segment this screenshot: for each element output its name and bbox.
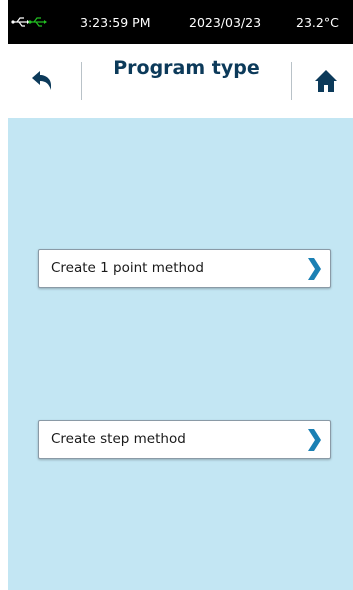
header-divider-right (291, 62, 292, 100)
chevron-right-icon (308, 258, 321, 280)
home-button[interactable] (306, 64, 346, 98)
main-content: Create 1 point method Create step method (8, 118, 353, 590)
status-date: 2023/03/23 (189, 15, 262, 30)
status-time: 3:23:59 PM (80, 15, 151, 30)
header: Program type (8, 44, 353, 118)
create-1-point-method-button[interactable]: Create 1 point method (38, 249, 331, 288)
page-title: Program type (113, 57, 260, 79)
usb-connected-icon (28, 17, 47, 27)
back-button[interactable] (22, 64, 62, 98)
menu-item-label: Create 1 point method (51, 260, 204, 276)
home-icon (315, 70, 337, 92)
chevron-right-icon (308, 429, 321, 451)
menu-item-label: Create step method (51, 431, 186, 447)
status-temperature: 23.2°C (296, 15, 339, 30)
back-arrow-icon (32, 71, 51, 90)
create-step-method-button[interactable]: Create step method (38, 420, 331, 459)
status-bar: 3:23:59 PM 2023/03/23 23.2°C (8, 0, 353, 44)
